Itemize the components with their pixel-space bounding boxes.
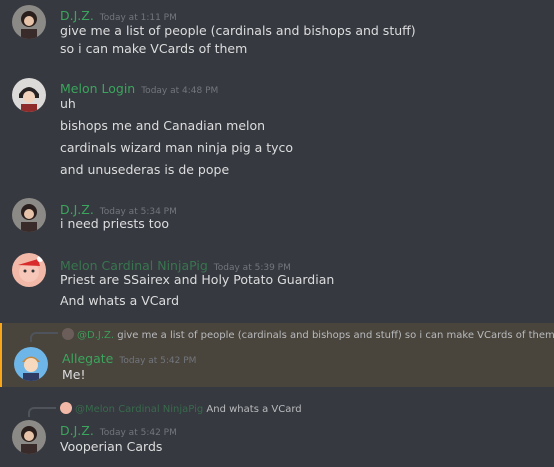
ninjapig-avatar-icon[interactable] <box>12 253 46 287</box>
reply-author[interactable]: @D.J.Z. <box>77 330 114 341</box>
timestamp: Today at 4:48 PM <box>141 86 219 96</box>
author-name[interactable]: Allegate <box>62 351 113 366</box>
reply-spine <box>28 407 56 417</box>
message-group: D.J.Z. Today at 1:11 PM give me a list of… <box>0 0 554 64</box>
message-group-highlighted: @D.J.Z. give me a list of people (cardin… <box>0 323 554 387</box>
djz-avatar-icon[interactable] <box>12 5 46 39</box>
message-group: Melon Login Today at 4:48 PM uh bishops m… <box>0 72 554 182</box>
reply-author[interactable]: @Melon Cardinal NinjaPig <box>75 404 203 415</box>
message-text: Me! <box>62 367 86 382</box>
message-text: and unusederas is de pope <box>60 162 230 177</box>
author-name[interactable]: D.J.Z. <box>60 202 94 217</box>
message-text: i need priests too <box>60 216 169 231</box>
reply-text: give me a list of people (cardinals and … <box>117 330 554 341</box>
reply-preview[interactable]: @D.J.Z. give me a list of people (cardin… <box>62 328 554 341</box>
author-name[interactable]: D.J.Z. <box>60 8 94 23</box>
djz-mini-avatar-icon <box>62 328 74 340</box>
message-group: @Melon Cardinal NinjaPig And whats a VCa… <box>0 397 554 463</box>
reply-preview[interactable]: @Melon Cardinal NinjaPig And whats a VCa… <box>60 402 302 415</box>
author-name[interactable]: Melon Login <box>60 81 135 96</box>
reply-spine <box>30 332 58 342</box>
timestamp: Today at 1:11 PM <box>99 13 177 23</box>
ninjapig-mini-avatar-icon <box>60 402 72 414</box>
message-group: Melon Cardinal NinjaPig Today at 5:39 PM … <box>0 248 554 314</box>
djz-avatar-icon[interactable] <box>12 420 46 454</box>
timestamp: Today at 5:42 PM <box>99 428 177 438</box>
message-text: And whats a VCard <box>60 293 180 308</box>
message-group: D.J.Z. Today at 5:34 PM i need priests to… <box>0 194 554 236</box>
message-text: cardinals wizard man ninja pig a tyco <box>60 140 294 155</box>
message-text: Vooperian Cards <box>60 439 163 454</box>
message-text: bishops me and Canadian melon <box>60 118 266 133</box>
djz-avatar-icon[interactable] <box>12 198 46 232</box>
timestamp: Today at 5:42 PM <box>119 356 197 366</box>
message-header: D.J.Z. Today at 5:42 PM <box>60 420 177 439</box>
message-text: uh <box>60 96 76 111</box>
message-text: give me a list of people (cardinals and … <box>60 23 416 38</box>
message-header: Melon Login Today at 4:48 PM <box>60 78 218 97</box>
message-header: D.J.Z. Today at 1:11 PM <box>60 5 177 24</box>
melon-login-avatar-icon[interactable] <box>12 78 46 112</box>
message-text: so i can make VCards of them <box>60 41 248 56</box>
author-name[interactable]: D.J.Z. <box>60 423 94 438</box>
message-text: Priest are SSairex and Holy Potato Guard… <box>60 272 335 287</box>
allegate-avatar-icon[interactable] <box>14 347 48 381</box>
reply-text: And whats a VCard <box>206 404 302 415</box>
message-header: Allegate Today at 5:42 PM <box>62 348 196 367</box>
author-name[interactable]: Melon Cardinal NinjaPig <box>60 258 208 273</box>
